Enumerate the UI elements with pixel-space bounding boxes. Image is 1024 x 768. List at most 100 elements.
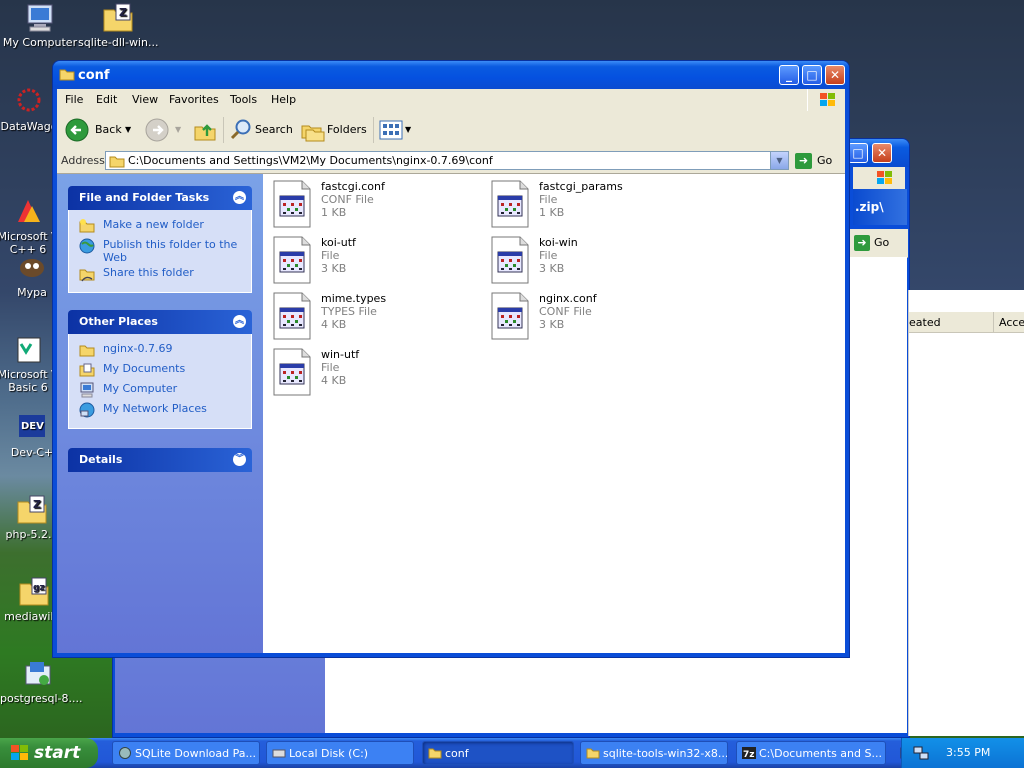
column-created[interactable]: eated <box>909 316 941 329</box>
menu-favorites[interactable]: Favorites <box>169 93 219 106</box>
address-dropdown-icon[interactable]: ▼ <box>770 152 788 169</box>
window-title: conf <box>78 68 110 83</box>
taskbar-button-7zip[interactable]: 7z C:\Documents and S... <box>736 741 886 765</box>
windows-logo-box <box>807 89 846 111</box>
devcpp-icon: DEV <box>16 412 48 444</box>
views-icon <box>379 120 403 140</box>
search-button[interactable]: Search <box>229 117 293 143</box>
windows-flag-icon <box>11 745 28 760</box>
place-my-documents[interactable]: My Documents <box>79 362 243 380</box>
file-type: CONF File <box>539 305 592 318</box>
go-button[interactable]: ➜ Go <box>795 151 845 171</box>
explorer-window[interactable]: conf _ □ ✕ File Edit View Favorites Tool… <box>52 60 850 658</box>
config-file-icon <box>273 236 311 284</box>
place-my-network[interactable]: My Network Places <box>79 402 243 420</box>
menu-view[interactable]: View <box>132 93 158 106</box>
file-item-win-utf[interactable]: win-utf File 4 KB <box>273 346 483 398</box>
config-file-icon <box>273 180 311 228</box>
taskbar-button-local-disk[interactable]: Local Disk (C:) <box>266 741 414 765</box>
toolbar: Back ▼ ▼ Search Folders ▼ <box>57 111 845 150</box>
close-button[interactable]: ✕ <box>825 65 845 85</box>
views-button[interactable]: ▼ <box>379 117 415 143</box>
task-label: Make a new folder <box>103 218 204 231</box>
file-size: 3 KB <box>539 318 565 331</box>
bg-close-button[interactable]: ✕ <box>872 143 892 163</box>
menu-file[interactable]: File <box>65 93 83 106</box>
bg-go-label[interactable]: Go <box>874 236 889 249</box>
file-name: koi-win <box>539 236 578 249</box>
folder-icon <box>586 748 600 759</box>
desktop-icon-label: My Computer <box>2 36 78 49</box>
file-name: win-utf <box>321 348 360 361</box>
collapse-chevron-icon[interactable]: ︽ <box>233 315 246 328</box>
back-dropdown-icon[interactable]: ▼ <box>125 117 131 143</box>
file-item-fastcgi-conf[interactable]: fastcgi.conf CONF File 1 KB <box>273 178 483 230</box>
other-places-header[interactable]: Other Places ︽ <box>68 310 252 334</box>
place-label: nginx-0.7.69 <box>103 342 173 355</box>
network-tray-icon[interactable] <box>912 745 930 761</box>
file-size: 3 KB <box>321 262 347 275</box>
config-file-icon <box>491 236 529 284</box>
taskbar-button-label: SQLite Download Pa... <box>135 747 256 760</box>
desktop-icon-postgresql[interactable]: postgresql-8.... <box>0 658 83 705</box>
config-file-icon <box>273 292 311 340</box>
column-accessed[interactable]: Acces <box>999 316 1024 329</box>
menu-tools[interactable]: Tools <box>230 93 257 106</box>
bg-title-fragment: .zip\ <box>853 189 907 225</box>
file-item-koi-win[interactable]: koi-win File 3 KB <box>491 234 701 286</box>
maximize-button[interactable]: □ <box>802 65 822 85</box>
place-my-computer[interactable]: My Computer <box>79 382 243 400</box>
file-item-nginx-conf[interactable]: nginx.conf CONF File 3 KB <box>491 290 701 342</box>
forward-button[interactable]: ▼ <box>143 117 183 143</box>
file-type: CONF File <box>321 193 374 206</box>
task-make-new-folder[interactable]: Make a new folder <box>79 218 243 236</box>
place-nginx[interactable]: nginx-0.7.69 <box>79 342 243 360</box>
search-label: Search <box>255 123 293 136</box>
file-size: 4 KB <box>321 374 347 387</box>
bg-maximize-button[interactable]: □ <box>848 143 868 163</box>
file-item-mime-types[interactable]: mime.types TYPES File 4 KB <box>273 290 483 342</box>
network-places-icon <box>79 402 95 418</box>
file-type: File <box>539 193 558 206</box>
up-folder-button[interactable] <box>193 117 217 143</box>
visual-cpp-icon <box>12 183 44 222</box>
details-header[interactable]: Details ︾ <box>68 448 252 472</box>
taskbar-button-conf[interactable]: conf <box>422 741 574 765</box>
windows-logo-icon <box>818 91 838 109</box>
back-arrow-icon <box>65 118 89 142</box>
file-folder-tasks-header[interactable]: File and Folder Tasks ︽ <box>68 186 252 210</box>
details-panel: Details ︾ <box>68 448 252 472</box>
desktop-icon-my-computer[interactable]: My Computer <box>0 2 80 49</box>
task-label: Publish this folder to the Web <box>103 238 238 264</box>
menu-edit[interactable]: Edit <box>96 93 117 106</box>
menu-help[interactable]: Help <box>271 93 296 106</box>
desktop-icon-sqlite-dll[interactable]: Z sqlite-dll-win... <box>78 2 158 49</box>
place-label: My Documents <box>103 362 186 375</box>
clock[interactable]: 3:55 PM <box>946 746 990 759</box>
address-field[interactable]: C:\Documents and Settings\VM2\My Documen… <box>105 151 789 170</box>
start-button[interactable]: start <box>0 738 98 768</box>
task-share-folder[interactable]: Share this folder <box>79 266 243 284</box>
views-dropdown-icon[interactable]: ▼ <box>405 117 411 143</box>
new-folder-icon <box>79 219 95 233</box>
file-view[interactable]: fastcgi.conf CONF File 1 KB fastcgi_para… <box>263 174 845 653</box>
file-item-koi-utf[interactable]: koi-utf File 3 KB <box>273 234 483 286</box>
file-item-fastcgi-params[interactable]: fastcgi_params File 1 KB <box>491 178 701 230</box>
svg-text:Z: Z <box>119 6 127 19</box>
minimize-button[interactable]: _ <box>779 65 799 85</box>
window-titlebar[interactable]: conf _ □ ✕ <box>53 61 849 89</box>
up-folder-icon <box>194 124 216 141</box>
folders-button[interactable]: Folders <box>301 117 369 143</box>
taskbar: start SQLite Download Pa... Local Disk (… <box>0 738 1024 768</box>
expand-chevron-icon[interactable]: ︾ <box>233 453 246 466</box>
forward-dropdown-icon[interactable]: ▼ <box>175 117 181 143</box>
bg-menubar <box>853 167 905 189</box>
zip-folder-icon: Z <box>102 2 134 34</box>
taskbar-button-sqlite-tools[interactable]: sqlite-tools-win32-x8... <box>580 741 728 765</box>
taskbar-button-sqlite-download[interactable]: SQLite Download Pa... <box>112 741 260 765</box>
back-button[interactable]: Back ▼ <box>63 117 135 143</box>
collapse-chevron-icon[interactable]: ︽ <box>233 191 246 204</box>
task-publish-web[interactable]: Publish this folder to the Web <box>79 238 243 264</box>
taskbar-button-label: sqlite-tools-win32-x8... <box>603 747 728 760</box>
system-tray: 3:55 PM <box>901 738 1024 768</box>
